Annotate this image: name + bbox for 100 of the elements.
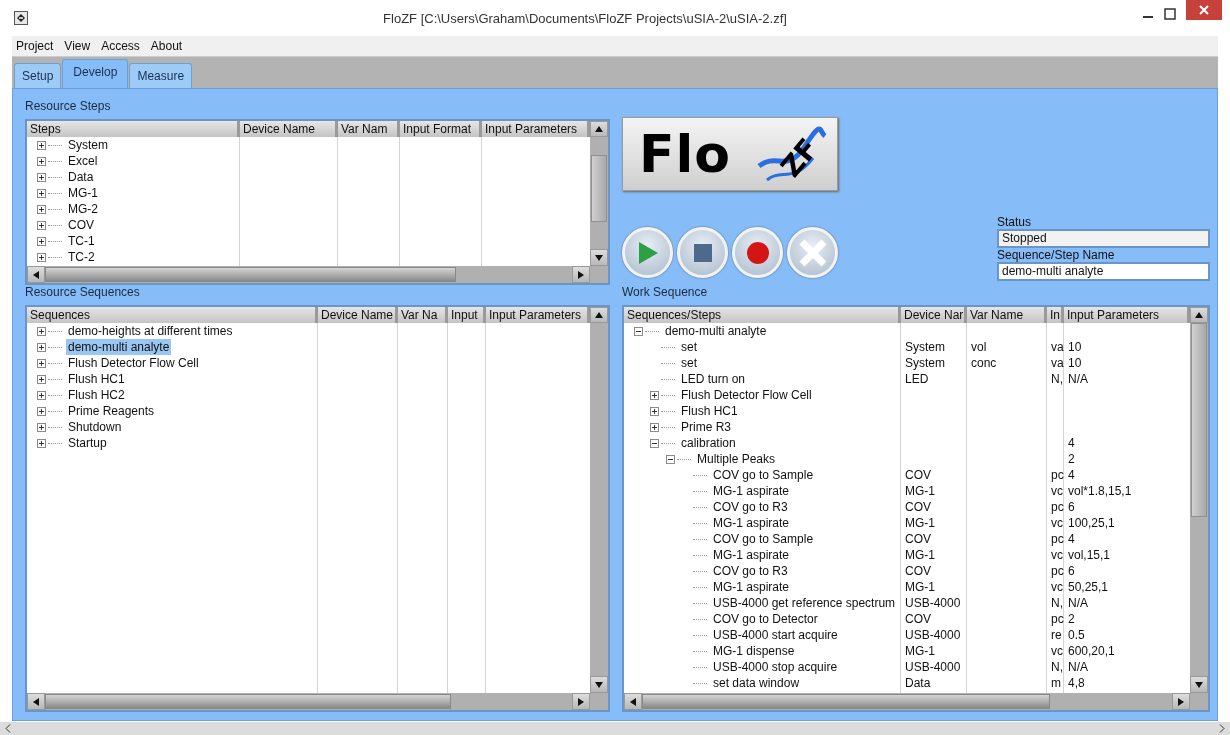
expander-icon[interactable] — [37, 326, 46, 336]
menu-item[interactable]: View — [64, 39, 91, 53]
tree-item[interactable]: MG-1 aspirate — [711, 547, 792, 563]
expander-icon[interactable] — [37, 204, 46, 214]
expander-icon[interactable] — [37, 342, 46, 352]
tree-item[interactable]: System — [66, 137, 110, 153]
tree-item[interactable]: COV go to Sample — [711, 531, 816, 547]
tree-item[interactable]: TC-2 — [66, 249, 97, 265]
column-header[interactable]: Sequences/Steps — [624, 307, 901, 323]
scroll-up-button[interactable] — [1190, 307, 1208, 323]
expander-icon[interactable] — [37, 172, 46, 182]
tree-item[interactable]: MG-1 aspirate — [711, 483, 792, 499]
scroll-up-button[interactable] — [590, 307, 608, 323]
column-header[interactable]: Var Nam — [338, 121, 400, 137]
column-header[interactable]: Sequences — [27, 307, 318, 323]
column-header[interactable]: Steps — [27, 121, 240, 137]
scroll-up-button[interactable] — [590, 121, 608, 137]
expander-icon[interactable] — [650, 406, 659, 416]
tree-item[interactable]: COV go to R3 — [711, 499, 790, 515]
play-button[interactable] — [622, 227, 673, 278]
expander-icon[interactable] — [650, 390, 659, 400]
expander-icon[interactable] — [37, 188, 46, 198]
expander-icon[interactable] — [666, 454, 675, 464]
tree-item[interactable]: calibration — [679, 435, 738, 451]
tree-item[interactable]: MG-2 — [66, 201, 100, 217]
tree-item[interactable]: LED turn on — [679, 371, 748, 387]
record-button[interactable] — [732, 227, 783, 278]
menu-item[interactable]: Access — [101, 39, 140, 53]
scroll-down-button[interactable] — [590, 249, 608, 266]
horizontal-scrollbar[interactable] — [624, 693, 1190, 710]
scroll-left-button[interactable] — [27, 266, 45, 283]
tree-item[interactable]: demo-multi analyte — [66, 339, 172, 355]
scrollbar-thumb[interactable] — [45, 694, 451, 709]
expander-icon[interactable] — [37, 374, 46, 384]
tab[interactable]: Setup — [14, 63, 62, 88]
tree-item[interactable]: Flush HC1 — [66, 371, 127, 387]
expander-icon[interactable] — [650, 422, 659, 432]
expander-icon[interactable] — [37, 156, 46, 166]
horizontal-scrollbar[interactable] — [27, 266, 590, 283]
expander-icon[interactable] — [37, 422, 46, 432]
tree-item[interactable]: set — [679, 355, 699, 371]
expander-icon[interactable] — [37, 390, 46, 400]
column-header[interactable]: Device Name — [318, 307, 398, 323]
scroll-right-button[interactable] — [572, 693, 590, 710]
expander-icon[interactable] — [37, 140, 46, 150]
tree-item[interactable]: Multiple Peaks — [695, 451, 778, 467]
column-header[interactable]: Var Na — [398, 307, 448, 323]
window-scrollbar[interactable] — [0, 722, 1230, 735]
close-button[interactable] — [1186, 0, 1222, 20]
tree-item[interactable]: COV go to R3 — [711, 563, 790, 579]
tree-item[interactable]: Flush HC2 — [66, 387, 127, 403]
scrollbar-thumb[interactable] — [1191, 323, 1207, 518]
tree-item[interactable]: Startup — [66, 435, 109, 451]
tree-item[interactable]: TC-1 — [66, 233, 97, 249]
scrollbar-thumb[interactable] — [591, 155, 607, 222]
scrollbar-thumb[interactable] — [45, 267, 457, 282]
tree-item[interactable]: MG-1 dispense — [711, 643, 797, 659]
scroll-left-icon[interactable] — [5, 724, 11, 733]
tree-item[interactable]: Excel — [66, 153, 100, 169]
tree-item[interactable]: set data window — [711, 675, 802, 691]
tree-item[interactable]: MG-1 aspirate — [711, 579, 792, 595]
menu-item[interactable]: Project — [16, 39, 54, 53]
tree-item[interactable]: Flush HC1 — [679, 403, 740, 419]
scroll-left-button[interactable] — [624, 693, 642, 710]
expander-icon[interactable] — [37, 236, 46, 246]
tree-item[interactable]: Data — [66, 169, 96, 185]
column-header[interactable]: Device Name — [240, 121, 338, 137]
tree-item[interactable]: COV — [66, 217, 96, 233]
maximize-icon[interactable] — [1164, 8, 1176, 20]
column-header[interactable]: Device Nar — [901, 307, 967, 323]
tree-item[interactable]: USB-4000 start acquire — [711, 627, 840, 643]
horizontal-scrollbar[interactable] — [27, 693, 590, 710]
scroll-right-icon[interactable] — [1219, 724, 1225, 733]
scroll-down-button[interactable] — [1190, 676, 1208, 693]
expander-icon[interactable] — [37, 252, 46, 262]
expander-icon[interactable] — [37, 438, 46, 448]
scroll-right-button[interactable] — [1172, 693, 1190, 710]
tree-item[interactable]: Shutdown — [66, 419, 124, 435]
vertical-scrollbar[interactable] — [590, 137, 608, 266]
expander-icon[interactable] — [37, 220, 46, 230]
tree-item[interactable]: Prime Reagents — [66, 403, 157, 419]
scroll-down-button[interactable] — [590, 676, 608, 693]
stop-button[interactable] — [677, 227, 728, 278]
tab[interactable]: Measure — [129, 63, 193, 88]
tree-item[interactable]: COV go to Sample — [711, 467, 816, 483]
menu-item[interactable]: About — [150, 39, 183, 53]
tree-item[interactable]: USB-4000 stop acquire — [711, 659, 840, 675]
tree-item[interactable]: MG-1 aspirate — [711, 515, 792, 531]
expander-icon[interactable] — [37, 358, 46, 368]
tree-item[interactable]: Flush Detector Flow Cell — [679, 387, 814, 403]
tree-item[interactable]: COV go to Detector — [711, 611, 820, 627]
tree-item[interactable]: demo-multi analyte — [663, 323, 769, 339]
tree-item[interactable]: Flush Detector Flow Cell — [66, 355, 201, 371]
tree-item[interactable]: MG-1 — [66, 185, 100, 201]
tree-item[interactable]: USB-4000 get reference spectrum — [711, 595, 898, 611]
scroll-right-button[interactable] — [572, 266, 590, 283]
column-header[interactable]: Var Name — [967, 307, 1047, 323]
expander-icon[interactable] — [650, 438, 659, 448]
vertical-scrollbar[interactable] — [1190, 323, 1208, 693]
tree-item[interactable]: Prime R3 — [679, 419, 733, 435]
